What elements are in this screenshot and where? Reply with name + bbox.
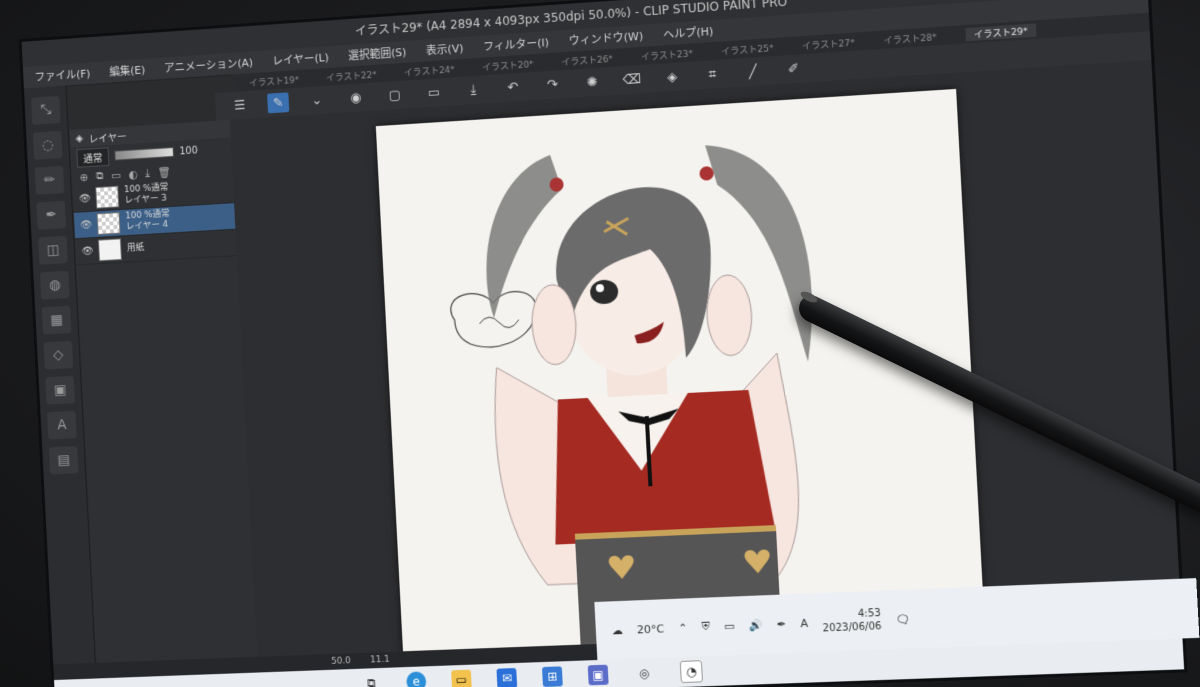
menu-view[interactable]: 表示(V) — [426, 40, 464, 58]
pencil-icon[interactable]: ✐ — [782, 58, 805, 80]
copy-layer-icon[interactable]: ⧉ — [96, 169, 104, 183]
volume-icon[interactable]: 🔊 — [748, 618, 763, 632]
layer-name: 用紙 — [126, 242, 145, 254]
chevron-up-icon[interactable]: ⌃ — [678, 621, 688, 634]
mail-icon[interactable]: ✉ — [496, 667, 518, 687]
menu-edit[interactable]: 編集(E) — [109, 62, 146, 80]
redo-icon[interactable]: ↷ — [541, 74, 564, 95]
security-icon[interactable]: ⛨ — [701, 620, 710, 634]
mask-icon[interactable]: ◐ — [128, 167, 138, 180]
merge-icon[interactable]: ⤓ — [145, 166, 150, 180]
layer-name: レイヤー 3 — [124, 193, 168, 206]
folder-icon[interactable]: ▭ — [111, 168, 122, 181]
eye-icon[interactable]: 👁 — [80, 219, 93, 230]
ime-indicator[interactable]: A — [800, 616, 808, 629]
crop-icon[interactable]: ⌗ — [701, 64, 724, 86]
clock[interactable]: 4:53 2023/06/06 — [822, 607, 882, 636]
tab-illust22[interactable]: イラスト22* — [326, 67, 377, 83]
tab-illust20[interactable]: イラスト20* — [482, 57, 534, 73]
menu-window[interactable]: ウィンドウ(W) — [568, 28, 644, 49]
menu-animation[interactable]: アニメーション(A) — [164, 54, 254, 76]
fill-icon[interactable]: ◈ — [661, 66, 684, 87]
text-tool-icon[interactable]: A — [47, 410, 77, 440]
brush-tool-icon[interactable]: ✒ — [36, 200, 67, 230]
time: 4:53 — [857, 607, 882, 620]
canvas-area — [229, 59, 1183, 681]
layer-panel: ◈ レイヤー 通常 100 ⊕ ⧉ ▭ ◐ ⤓ 🗑 👁 100 %通常 レイヤー… — [69, 119, 259, 679]
date: 2023/06/06 — [822, 621, 882, 635]
blend-mode-select[interactable]: 通常 — [76, 146, 110, 168]
select-tool-icon[interactable]: ⤡ — [31, 95, 61, 125]
lasso-tool-icon[interactable]: ◌ — [32, 130, 63, 160]
menu-selection[interactable]: 選択範囲(S) — [348, 44, 407, 64]
pen-tool-icon[interactable]: ✏ — [34, 165, 65, 195]
chevron-down-icon[interactable]: ⌄ — [306, 90, 328, 111]
status-value[interactable]: 11.1 — [370, 655, 390, 666]
pen-tool-icon[interactable]: ✎ — [267, 92, 290, 114]
tab-illust28[interactable]: イラスト28* — [883, 30, 937, 47]
layer-name: レイヤー 4 — [125, 219, 169, 233]
save-icon[interactable]: ⤓ — [462, 79, 485, 100]
tab-illust24[interactable]: イラスト24* — [404, 62, 455, 78]
battery-icon[interactable]: ▭ — [724, 619, 735, 632]
weather-icon[interactable]: ☁ — [612, 623, 624, 636]
tab-illust29[interactable]: イラスト29* — [965, 22, 1037, 41]
clip-studio-icon[interactable]: ◔ — [679, 660, 704, 684]
menu-file[interactable]: ファイル(F) — [34, 65, 90, 84]
teams-icon[interactable]: ▣ — [587, 664, 609, 686]
menu-layer[interactable]: レイヤー(L) — [272, 49, 329, 69]
figure-tool-icon[interactable]: ◇ — [43, 340, 74, 370]
menu-icon[interactable]: ☰ — [229, 95, 251, 116]
layer-panel-title: レイヤー — [88, 131, 127, 146]
open-folder-icon[interactable]: ▭ — [423, 82, 446, 103]
menu-help[interactable]: ヘルプ(H) — [663, 23, 714, 42]
layer-thumbnail — [95, 185, 120, 209]
layer-thumbnail — [96, 212, 121, 235]
fill-tool-icon[interactable]: ◍ — [39, 270, 70, 300]
eye-icon[interactable]: 👁 — [79, 193, 92, 204]
tablet-screen: イラスト29* (A4 2894 x 4093px 350dpi 50.0%) … — [18, 0, 1200, 687]
menu-filter[interactable]: フィルター(I) — [483, 34, 550, 54]
frame-tool-icon[interactable]: ▣ — [45, 375, 75, 405]
opacity-slider[interactable] — [114, 147, 174, 161]
ink-icon[interactable]: ◎ — [634, 663, 655, 684]
edge-icon[interactable]: e — [406, 671, 427, 687]
photo-stage: イラスト29* (A4 2894 x 4093px 350dpi 50.0%) … — [0, 0, 1200, 687]
eraser-tool-icon[interactable]: ◫ — [38, 235, 68, 265]
trash-icon[interactable]: 🗑 — [157, 165, 171, 179]
eye-icon[interactable]: 👁 — [81, 245, 94, 256]
clear-icon[interactable]: ⌫ — [621, 69, 644, 90]
brush-icon[interactable]: ╱ — [741, 61, 764, 83]
gradient-tool-icon[interactable]: ▦ — [41, 305, 72, 335]
pen-icon[interactable]: ✒ — [776, 617, 786, 630]
tab-illust19[interactable]: イラスト19* — [249, 72, 299, 88]
opacity-value[interactable]: 100 — [179, 145, 198, 157]
file-explorer-icon[interactable]: ▭ — [451, 669, 472, 687]
zoom-value[interactable]: 50.0 — [331, 656, 351, 667]
tab-illust27[interactable]: イラスト27* — [802, 35, 855, 52]
tab-illust23[interactable]: イラスト23* — [640, 46, 694, 62]
task-view-icon[interactable]: ⧉ — [361, 673, 382, 687]
notification-icon[interactable]: 🗨 — [895, 612, 910, 626]
tab-illust26[interactable]: イラスト26* — [561, 51, 613, 67]
new-file-icon[interactable]: ▢ — [384, 85, 407, 106]
balloon-tool-icon[interactable]: ▤ — [48, 445, 79, 475]
new-layer-icon[interactable]: ⊕ — [79, 171, 88, 184]
layer-thumbnail — [98, 238, 122, 262]
layers-icon: ◈ — [75, 132, 84, 144]
eye-icon[interactable]: ◉ — [345, 87, 367, 108]
temperature[interactable]: 20°C — [637, 622, 665, 636]
loading-icon[interactable]: ✺ — [581, 72, 604, 93]
tab-illust25[interactable]: イラスト25* — [721, 41, 774, 58]
undo-icon[interactable]: ↶ — [501, 77, 524, 98]
store-icon[interactable]: ⊞ — [541, 666, 563, 687]
